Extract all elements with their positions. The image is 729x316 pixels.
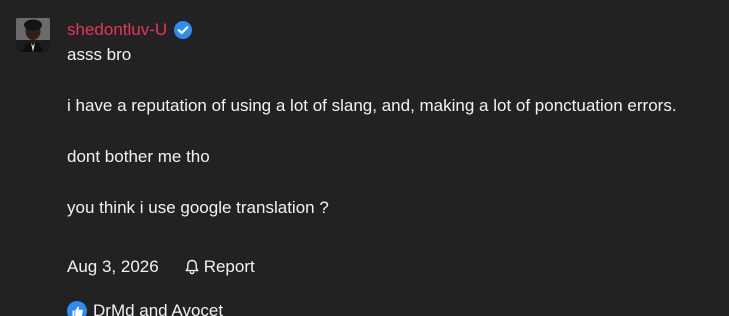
verified-badge-icon bbox=[173, 20, 193, 40]
reactions-row[interactable]: DrMd and Avocet bbox=[67, 299, 223, 316]
bell-icon bbox=[185, 259, 199, 275]
post-meta: Aug 3, 2026 Report bbox=[67, 255, 255, 279]
reactions-text: DrMd and Avocet bbox=[93, 301, 224, 316]
post-paragraph: i have a reputation of using a lot of sl… bbox=[67, 96, 677, 115]
author-avatar[interactable] bbox=[16, 18, 50, 52]
post-paragraph: you think i use google translation ? bbox=[67, 198, 329, 217]
post-paragraph: asss bro bbox=[67, 45, 132, 64]
post-date[interactable]: Aug 3, 2026 bbox=[67, 257, 159, 277]
author-row: shedontluv-U bbox=[67, 18, 193, 42]
post-body: asss bro i have a reputation of using a … bbox=[67, 44, 727, 248]
avatar-image bbox=[16, 18, 50, 52]
forum-post: shedontluv-U asss bro i have a reputatio… bbox=[0, 0, 729, 316]
post-paragraph: dont bother me tho bbox=[67, 147, 210, 166]
report-label: Report bbox=[203, 257, 255, 276]
report-button[interactable]: Report bbox=[183, 257, 255, 277]
thumbs-up-icon bbox=[67, 301, 87, 316]
author-name-link[interactable]: shedontluv-U bbox=[67, 20, 167, 40]
